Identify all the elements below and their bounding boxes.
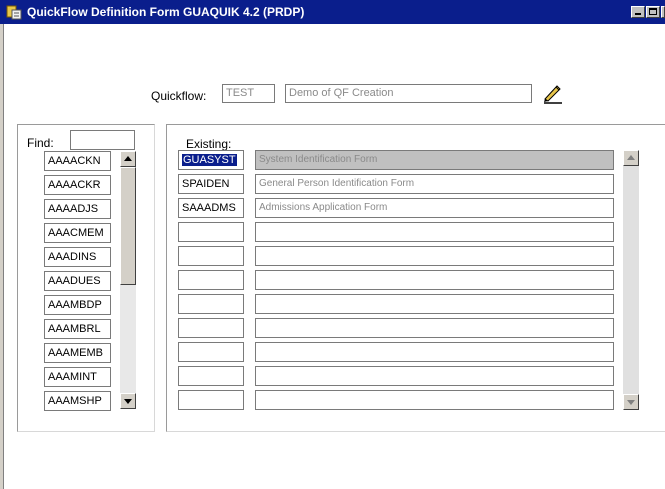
form-description-field[interactable] xyxy=(255,246,614,266)
pencil-search-icon[interactable] xyxy=(541,82,563,104)
minimize-button[interactable] xyxy=(631,6,645,18)
title-bar[interactable]: QuickFlow Definition Form GUAQUIK 4.2 (P… xyxy=(0,0,665,24)
close-button[interactable] xyxy=(661,6,665,18)
scroll-thumb[interactable] xyxy=(120,167,136,285)
quickflow-description-field[interactable]: Demo of QF Creation xyxy=(285,84,532,103)
form-description-field[interactable] xyxy=(255,342,614,362)
minimize-icon xyxy=(635,13,641,15)
form-code-field[interactable] xyxy=(178,294,244,314)
window-frame xyxy=(0,24,4,489)
oracle-forms-app-icon[interactable] xyxy=(6,4,22,20)
scroll-down-button[interactable] xyxy=(120,393,136,409)
find-label: Find: xyxy=(27,136,54,150)
form-code-field[interactable] xyxy=(178,390,244,410)
arrow-up-icon xyxy=(627,155,635,160)
list-item[interactable]: AAAACKR xyxy=(44,175,111,195)
quickflow-label: Quickflow: xyxy=(151,89,207,103)
form-code-text: GUASYST xyxy=(182,154,237,166)
list-item[interactable]: AAAMEMB xyxy=(44,343,111,363)
list-item[interactable]: AAACMEM xyxy=(44,223,111,243)
list-item[interactable]: AAAMINT xyxy=(44,367,111,387)
quickflow-code-field[interactable]: TEST xyxy=(222,84,275,103)
left-scrollbar[interactable] xyxy=(120,151,136,409)
form-code-field[interactable]: SPAIDEN xyxy=(178,174,244,194)
form-description-field[interactable] xyxy=(255,294,614,314)
form-description-field[interactable] xyxy=(255,318,614,338)
form-code-field[interactable] xyxy=(178,366,244,386)
existing-scrollbar[interactable] xyxy=(623,150,639,410)
arrow-up-icon xyxy=(124,156,132,161)
list-item[interactable]: AAADUES xyxy=(44,271,111,291)
form-code-field[interactable]: SAAADMS xyxy=(178,198,244,218)
arrow-down-icon xyxy=(627,400,635,405)
form-code-field[interactable] xyxy=(178,342,244,362)
maximize-icon xyxy=(649,8,657,15)
form-description-field[interactable] xyxy=(255,222,614,242)
form-code-field[interactable]: GUASYST xyxy=(178,150,244,170)
list-item[interactable]: AAAADJS xyxy=(44,199,111,219)
list-item[interactable]: AAAMBDP xyxy=(44,295,111,315)
maximize-button[interactable] xyxy=(646,6,660,18)
form-code-field[interactable] xyxy=(178,270,244,290)
list-item[interactable]: AAAMBRL xyxy=(44,319,111,339)
list-item[interactable]: AAADINS xyxy=(44,247,111,267)
list-item[interactable]: AAAMSHP xyxy=(44,391,111,411)
arrow-down-icon xyxy=(124,399,132,404)
form-description-field[interactable]: System Identification Form xyxy=(255,150,614,170)
form-code-field[interactable] xyxy=(178,222,244,242)
scroll-up-button[interactable] xyxy=(623,150,639,166)
find-input[interactable] xyxy=(70,130,135,150)
form-description-field[interactable]: Admissions Application Form xyxy=(255,198,614,218)
existing-label: Existing: xyxy=(186,137,232,151)
list-item[interactable]: AAAACKN xyxy=(44,151,111,171)
scroll-down-button[interactable] xyxy=(623,394,639,410)
scroll-up-button[interactable] xyxy=(120,151,136,167)
form-description-field[interactable] xyxy=(255,270,614,290)
window-title: QuickFlow Definition Form GUAQUIK 4.2 (P… xyxy=(27,5,305,19)
form-code-field[interactable] xyxy=(178,318,244,338)
form-description-field[interactable]: General Person Identification Form xyxy=(255,174,614,194)
form-code-field[interactable] xyxy=(178,246,244,266)
form-description-field[interactable] xyxy=(255,390,614,410)
find-panel: Find: AAAACKN AAAACKR AAAADJS AAACMEM AA… xyxy=(17,124,155,432)
form-description-field[interactable] xyxy=(255,366,614,386)
